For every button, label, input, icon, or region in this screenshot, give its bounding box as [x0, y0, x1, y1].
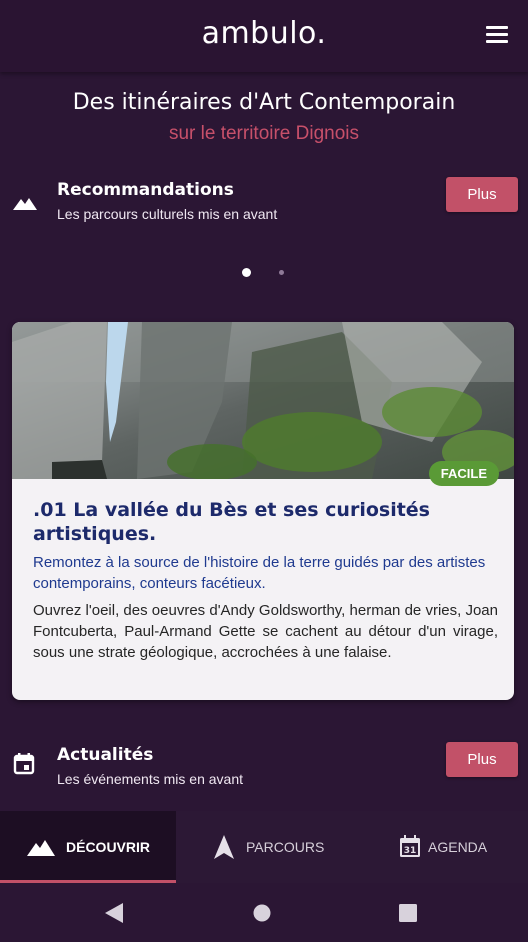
bottom-navigation: DÉCOUVRIR PARCOURS 31 AGENDA: [0, 811, 528, 883]
route-title[interactable]: .01 La vallée du Bès et ses curiosités a…: [33, 498, 493, 546]
app-logo[interactable]: ambulo.: [0, 16, 528, 51]
recommendations-more-button[interactable]: Plus: [446, 177, 518, 212]
calendar-icon: [13, 753, 35, 775]
tab-parcours[interactable]: PARCOURS: [176, 811, 352, 883]
route-photo: [12, 322, 514, 479]
mountain-icon: [27, 840, 55, 856]
system-navigation-bar: [0, 883, 528, 942]
news-header: Actualités Les événements mis en avant P…: [0, 742, 528, 805]
route-description: Ouvrez l'oeil, des oeuvres d'Andy Goldsw…: [33, 602, 498, 661]
calendar-day-text: 31: [404, 846, 417, 856]
carousel-dot[interactable]: [279, 270, 284, 275]
calendar-31-icon: 31: [400, 835, 420, 857]
hero-title: Des itinéraires d'Art Contemporain: [72, 90, 456, 115]
route-lead: Remontez à la source de l'histoire de la…: [33, 554, 486, 592]
hero-subtitle: sur le territoire Dignois: [168, 123, 360, 144]
top-app-bar: ambulo.: [0, 0, 528, 72]
recommendations-subtitle: Les parcours culturels mis en avant: [57, 206, 278, 222]
carousel-dot-active[interactable]: [242, 268, 251, 277]
tab-decouvrir[interactable]: DÉCOUVRIR: [0, 811, 176, 883]
recommendations-title: Recommandations: [57, 180, 234, 200]
news-title: Actualités: [57, 745, 154, 765]
carousel-pagination: [0, 268, 528, 278]
home-icon[interactable]: [253, 904, 271, 922]
recents-icon[interactable]: [399, 904, 417, 922]
tab-label: DÉCOUVRIR: [66, 839, 151, 855]
difficulty-badge: FACILE: [428, 461, 499, 486]
news-subtitle: Les événements mis en avant: [57, 771, 243, 787]
hamburger-menu-icon[interactable]: [486, 26, 508, 44]
tab-agenda[interactable]: 31 AGENDA: [352, 811, 528, 883]
back-icon[interactable]: [104, 902, 124, 924]
navigation-arrow-icon: [214, 835, 234, 859]
recommendations-header: Recommandations Les parcours culturels m…: [0, 177, 528, 240]
tab-label: PARCOURS: [246, 839, 325, 855]
tab-label: AGENDA: [428, 839, 488, 855]
mountain-icon: [13, 198, 37, 210]
route-card[interactable]: FACILE .01 La vallée du Bès et ses curio…: [12, 322, 514, 700]
news-more-button[interactable]: Plus: [446, 742, 518, 777]
